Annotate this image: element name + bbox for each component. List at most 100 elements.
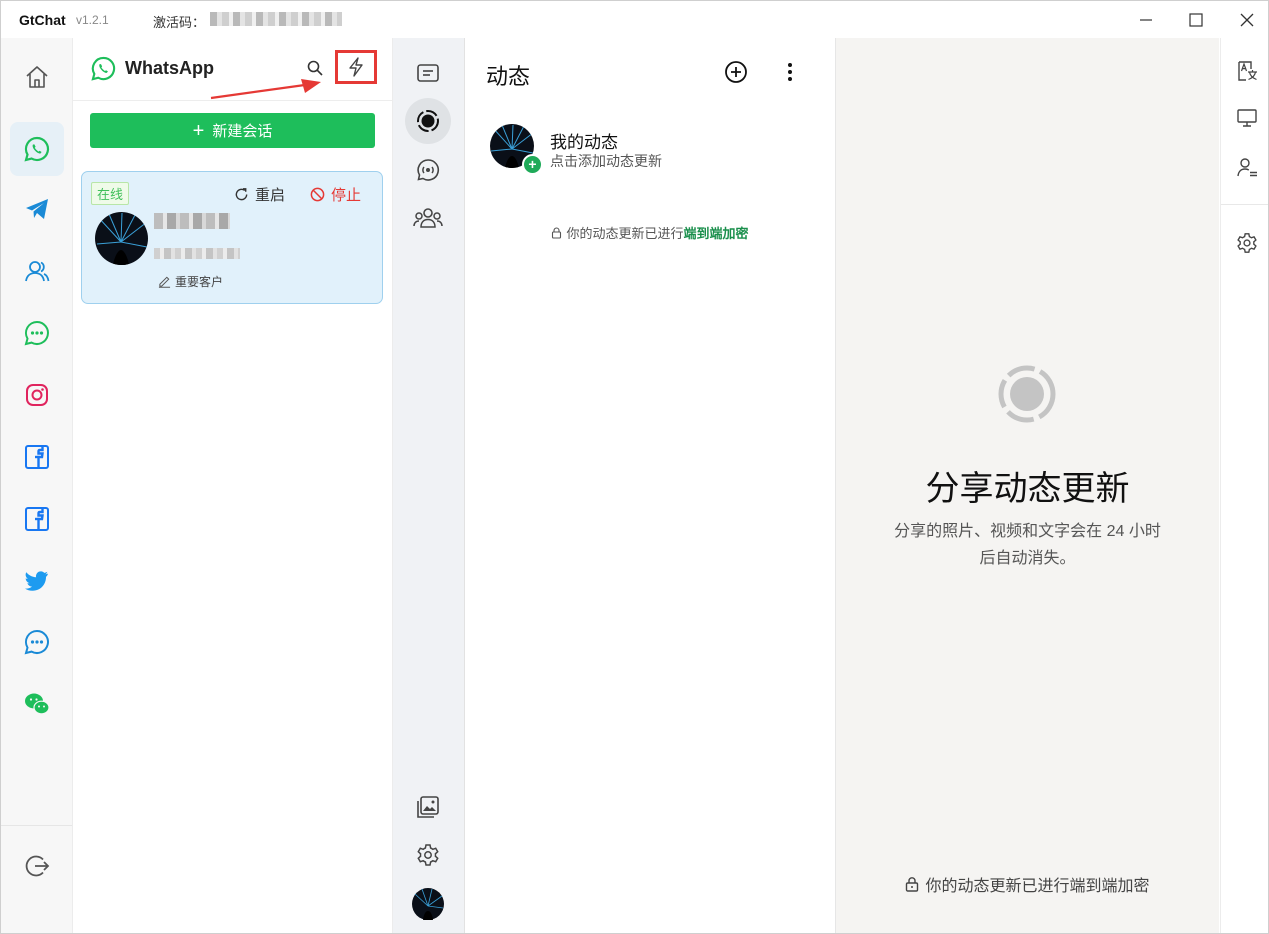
more-vertical-icon <box>788 63 792 81</box>
detail-title: 分享动态更新 <box>925 470 1130 508</box>
rail-item-facebook-2[interactable] <box>10 492 64 546</box>
whatsapp-icon <box>24 136 50 162</box>
nav-profile[interactable] <box>405 881 451 927</box>
platform-rail <box>1 38 73 933</box>
status-badge: 在线 <box>91 182 130 205</box>
whatsapp-icon <box>91 56 116 81</box>
account-tag-label: 重要客户 <box>175 275 224 289</box>
rail-item-telegram[interactable] <box>10 182 64 236</box>
annotation-arrow <box>210 79 321 100</box>
contact-info-button[interactable] <box>1234 154 1260 180</box>
communities-icon <box>413 208 443 228</box>
close-button[interactable] <box>1232 7 1262 33</box>
rail-item-home[interactable] <box>10 50 64 104</box>
avatar <box>412 888 444 920</box>
maximize-icon <box>1189 13 1203 27</box>
stop-label: 停止 <box>331 187 362 204</box>
rail-item-line[interactable] <box>10 306 64 360</box>
status-icon <box>417 110 439 132</box>
activation-code-label: 激活码： <box>153 15 206 30</box>
add-status-badge[interactable]: + <box>522 154 543 175</box>
detail-encryption-text: 你的动态更新已进行端到端加密 <box>925 878 1150 895</box>
status-large-icon <box>997 364 1057 429</box>
home-icon <box>26 66 48 88</box>
rail-divider <box>1 825 72 826</box>
plus-icon: + <box>192 119 205 142</box>
refresh-icon <box>235 188 248 201</box>
logout-icon <box>25 855 50 877</box>
encryption-note: 你的动态更新已进行端到端加密 <box>465 223 835 242</box>
media-gallery-icon <box>417 796 439 818</box>
lock-icon <box>552 226 562 239</box>
title-bar: GtChat v1.2.1 激活码： <box>1 1 1268 38</box>
status-panel-title: 动态 <box>486 64 531 89</box>
account-tag[interactable]: 重要客户 <box>158 273 223 290</box>
channels-icon <box>417 159 440 181</box>
search-icon <box>307 60 323 76</box>
translate-button[interactable] <box>1234 58 1260 84</box>
new-chat-button[interactable]: + 新建会话 <box>90 113 375 148</box>
panel-title: WhatsApp <box>125 58 214 78</box>
stop-button[interactable]: 停止 <box>310 184 361 205</box>
translate-icon <box>1238 61 1257 81</box>
rail-item-instagram[interactable] <box>10 368 64 422</box>
whatsapp-nav <box>393 38 465 933</box>
toolbar-settings-button[interactable] <box>1234 230 1260 256</box>
nav-media[interactable] <box>405 784 451 830</box>
app-window: GtChat v1.2.1 激活码： WhatsApp + 新建会话 在线 重启… <box>0 0 1269 934</box>
account-card[interactable]: 在线 重启 停止 重要客户 <box>81 171 383 304</box>
chat-bubble-blue-icon <box>24 629 49 655</box>
contacts-icon <box>25 261 50 282</box>
restart-label: 重启 <box>255 187 286 204</box>
account-name-redacted <box>154 213 230 229</box>
telegram-icon <box>26 199 48 219</box>
logout-button[interactable] <box>10 839 64 893</box>
plus-circle-icon <box>725 61 747 83</box>
avatar <box>95 212 148 265</box>
minimize-button[interactable] <box>1131 7 1161 33</box>
nav-status[interactable] <box>405 98 451 144</box>
lock-icon <box>906 877 919 892</box>
quick-action-button[interactable] <box>335 50 377 84</box>
encryption-link[interactable]: 端到端加密 <box>684 226 749 241</box>
detail-subtitle-line: 后自动消失。 <box>979 550 1076 567</box>
nav-communities[interactable] <box>405 195 451 241</box>
rail-item-messenger[interactable] <box>10 615 64 669</box>
nav-chats[interactable] <box>405 50 451 96</box>
account-panel: WhatsApp + 新建会话 在线 重启 停止 重要客户 <box>73 38 393 933</box>
right-toolbar-divider <box>1221 204 1268 205</box>
my-status-subtitle: 点击添加动态更新 <box>550 153 662 169</box>
nav-channels[interactable] <box>405 147 451 193</box>
add-status-button[interactable] <box>724 60 748 89</box>
monitor-icon <box>1237 109 1257 127</box>
minimize-icon <box>1140 19 1152 21</box>
instagram-icon <box>26 384 48 406</box>
whatsapp-logo <box>90 55 117 87</box>
new-chat-label: 新建会话 <box>212 123 273 140</box>
status-detail-pane: 分享动态更新 分享的照片、视频和文字会在 24 小时 后自动消失。 你的动态更新… <box>836 38 1219 933</box>
rail-item-twitter[interactable] <box>10 553 64 607</box>
maximize-button[interactable] <box>1181 7 1211 33</box>
close-icon <box>1240 13 1254 27</box>
restart-button[interactable]: 重启 <box>234 184 285 205</box>
nav-settings[interactable] <box>405 832 451 878</box>
settings-icon <box>417 844 439 866</box>
my-status-title[interactable]: 我的动态 <box>550 128 618 153</box>
rail-item-whatsapp[interactable] <box>10 122 64 176</box>
detail-subtitle: 分享的照片、视频和文字会在 24 小时 后自动消失。 <box>876 518 1179 572</box>
lightning-icon <box>349 57 363 77</box>
app-name: GtChat <box>19 12 66 28</box>
rail-item-facebook[interactable] <box>10 430 64 484</box>
app-version: v1.2.1 <box>76 13 109 27</box>
chats-icon <box>417 64 439 82</box>
status-menu-button[interactable] <box>782 60 798 89</box>
chat-bubble-green-icon <box>24 320 49 346</box>
facebook-icon <box>25 445 49 469</box>
settings-icon <box>1237 233 1257 253</box>
rail-item-contacts[interactable] <box>10 244 64 298</box>
wechat-icon <box>25 693 50 715</box>
rail-item-wechat[interactable] <box>10 677 64 731</box>
detail-encryption-note: 你的动态更新已进行端到端加密 <box>836 872 1219 896</box>
screen-button[interactable] <box>1234 105 1260 131</box>
facebook-icon <box>25 507 49 531</box>
